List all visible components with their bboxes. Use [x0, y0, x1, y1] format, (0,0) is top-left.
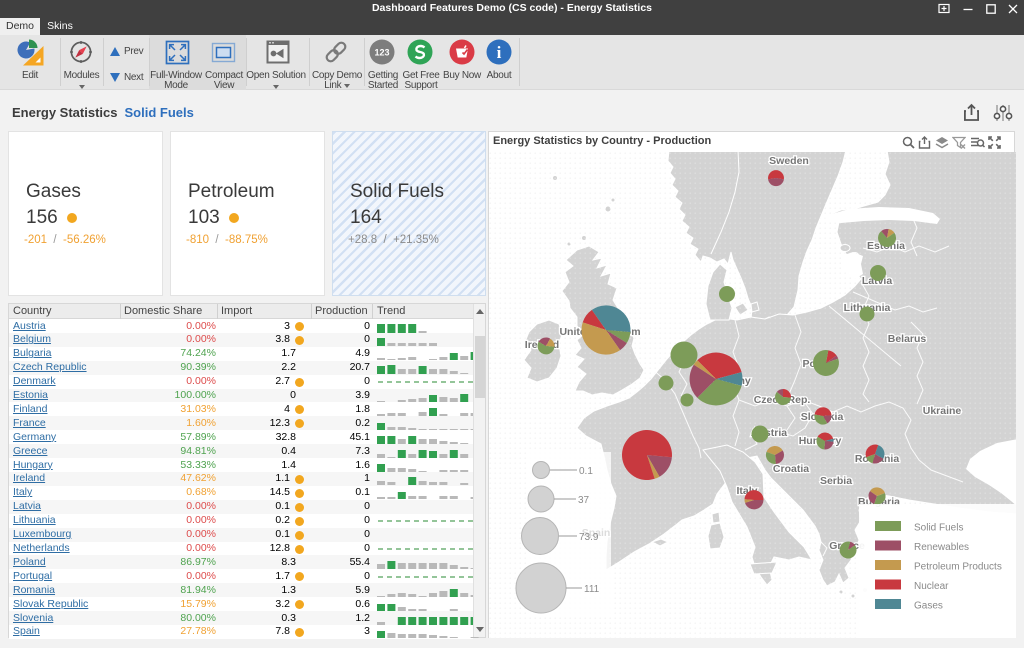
svg-text:Belarus: Belarus: [888, 333, 927, 345]
svg-text:0.1: 0.1: [579, 466, 593, 477]
svg-text:Serbia: Serbia: [820, 475, 852, 487]
svg-text:Gases: Gases: [914, 601, 943, 612]
svg-text:i: i: [497, 43, 502, 62]
svg-text:37: 37: [578, 495, 590, 506]
svg-text:73.9: 73.9: [579, 532, 599, 543]
svg-text:123: 123: [374, 48, 389, 58]
svg-text:Sweden: Sweden: [769, 155, 809, 167]
svg-text:Renewables: Renewables: [914, 542, 969, 553]
svg-text:111: 111: [584, 584, 600, 595]
svg-text:Petroleum Products: Petroleum Products: [914, 562, 1002, 573]
svg-text:Nuclear: Nuclear: [914, 581, 949, 592]
svg-text:Solid Fuels: Solid Fuels: [914, 523, 963, 534]
svg-text:Croatia: Croatia: [773, 463, 809, 475]
svg-text:Ukraine: Ukraine: [923, 405, 962, 417]
